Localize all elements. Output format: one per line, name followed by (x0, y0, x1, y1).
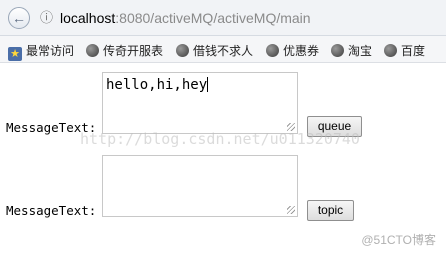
bookmark-label: 淘宝 (348, 44, 373, 58)
topic-message-label: MessageText: (6, 203, 97, 218)
queue-message-value: hello,hi,hey (106, 77, 208, 93)
queue-message-input[interactable]: hello,hi,hey (102, 72, 298, 134)
resize-grip-icon[interactable] (287, 206, 295, 214)
bookmark-label: 最常访问 (26, 44, 75, 58)
bookmark-item[interactable]: 百度 (384, 42, 425, 59)
address-bar[interactable]: localhost:8080/activeMQ/activeMQ/main (60, 10, 311, 26)
page-info-icon[interactable]: ⓘ (40, 11, 54, 25)
bookmark-label: 借钱不求人 (193, 44, 254, 58)
bookmark-item[interactable]: 优惠券 (266, 42, 319, 59)
bookmark-item[interactable]: 淘宝 (331, 42, 372, 59)
blog-watermark: http://blog.csdn.net/u011320740 (80, 130, 360, 148)
globe-icon (86, 44, 99, 57)
text-caret (207, 77, 209, 92)
bookmark-item[interactable]: 借钱不求人 (176, 42, 253, 59)
globe-icon (331, 44, 344, 57)
corner-watermark: @51CTO博客 (361, 233, 436, 247)
bookmark-label: 百度 (401, 44, 426, 58)
url-path: :8080/activeMQ/activeMQ/main (115, 10, 311, 26)
bookmark-label: 优惠券 (283, 44, 320, 58)
bookmarks-bar: ★ 最常访问 传奇开服表 借钱不求人 优惠券 淘宝 百度 (0, 36, 446, 63)
back-arrow-icon: ← (12, 10, 26, 26)
topic-button[interactable]: topic (307, 200, 354, 221)
bookmark-label: 传奇开服表 (103, 44, 164, 58)
bookmark-item-most-visited[interactable]: ★ 最常访问 (8, 42, 74, 61)
bookmark-star-icon: ★ (8, 47, 22, 61)
back-button[interactable]: ← (8, 7, 30, 29)
globe-icon (384, 44, 397, 57)
globe-icon (176, 44, 189, 57)
navigation-bar: ← ⓘ localhost:8080/activeMQ/activeMQ/mai… (0, 0, 446, 36)
globe-icon (266, 44, 279, 57)
url-host: localhost (60, 10, 116, 26)
bookmark-item[interactable]: 传奇开服表 (86, 42, 163, 59)
topic-message-input[interactable] (102, 155, 298, 217)
